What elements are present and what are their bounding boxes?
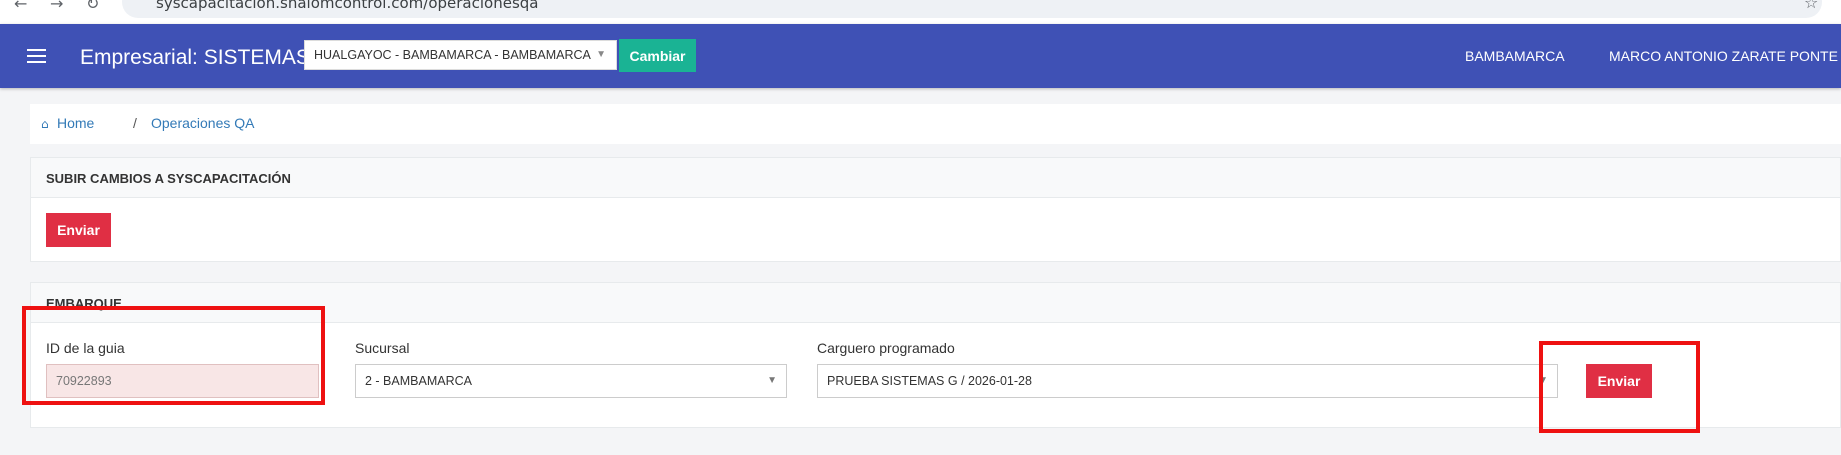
- scheduled-cargo-dropdown[interactable]: PRUEBA SISTEMAS G / 2026-01-28 ▼: [817, 364, 1558, 398]
- app-title: Empresarial: SISTEMAS: [80, 46, 310, 69]
- forward-arrow-icon[interactable]: →: [50, 0, 63, 13]
- hamburger-menu-icon[interactable]: [27, 49, 46, 63]
- user-name-menu[interactable]: MARCO ANTONIO ZARATE PONTE: [1609, 48, 1838, 64]
- home-icon[interactable]: ⌂: [41, 117, 49, 131]
- top-navbar: Empresarial: SISTEMAS HUALGAYOC - BAMBAM…: [0, 24, 1841, 88]
- branch-dropdown[interactable]: 2 - BAMBAMARCA ▼: [355, 364, 787, 398]
- caret-down-icon: ▼: [767, 375, 777, 386]
- breadcrumb-home-link[interactable]: Home: [57, 115, 94, 131]
- branch-label: Sucursal: [355, 340, 410, 356]
- branch-dropdown-value: 2 - BAMBAMARCA: [365, 374, 472, 388]
- branch-select-value: HUALGAYOC - BAMBAMARCA - BAMBAMARCA: [314, 48, 591, 62]
- highlight-box-guide-id: [22, 306, 325, 405]
- browser-toolbar: ← → ↻ syscapacitacion.shalomcontrol.com/…: [0, 0, 1841, 24]
- back-arrow-icon[interactable]: ←: [14, 0, 27, 13]
- cambiar-button[interactable]: Cambiar: [619, 39, 696, 72]
- branch-select[interactable]: HUALGAYOC - BAMBAMARCA - BAMBAMARCA ▼: [304, 40, 617, 70]
- breadcrumb-separator: /: [133, 115, 137, 131]
- sync-panel: SUBIR CAMBIOS A SYSCAPACITACIÓN Enviar: [30, 157, 1841, 262]
- current-branch-label[interactable]: BAMBAMARCA: [1465, 48, 1565, 64]
- highlight-box-send-button: [1539, 341, 1700, 433]
- address-bar-url[interactable]: syscapacitacion.shalomcontrol.com/operac…: [156, 0, 538, 12]
- scheduled-cargo-value: PRUEBA SISTEMAS G / 2026-01-28: [827, 374, 1032, 388]
- bookmark-star-icon[interactable]: ☆: [1804, 0, 1818, 12]
- sync-send-button[interactable]: Enviar: [46, 213, 111, 247]
- sync-panel-title: SUBIR CAMBIOS A SYSCAPACITACIÓN: [46, 171, 291, 186]
- caret-down-icon: ▼: [596, 49, 606, 60]
- scheduled-cargo-label: Carguero programado: [817, 340, 955, 356]
- sync-panel-header: SUBIR CAMBIOS A SYSCAPACITACIÓN: [31, 158, 1840, 198]
- breadcrumb-current[interactable]: Operaciones QA: [151, 115, 255, 131]
- reload-icon[interactable]: ↻: [86, 0, 99, 13]
- breadcrumb: ⌂ Home / Operaciones QA: [30, 104, 1841, 144]
